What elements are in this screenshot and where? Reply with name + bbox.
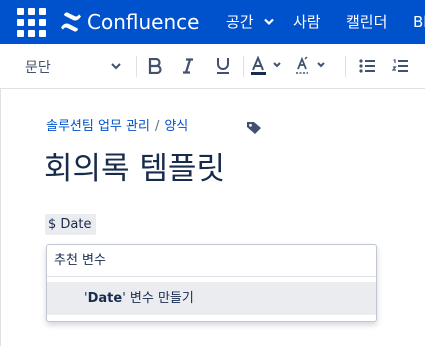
underline-icon (217, 58, 229, 74)
breadcrumb: 솔루션팀 업무 관리 / 양식 (46, 118, 188, 136)
text-color-button[interactable] (250, 44, 290, 88)
clear-format-button[interactable] (294, 44, 336, 88)
paragraph-style-value: 문단 (25, 60, 51, 76)
toolbar-divider (345, 56, 346, 77)
nav-calendar[interactable]: 캘린더 (346, 12, 387, 32)
option-suffix: 변수 만들기 (125, 291, 194, 306)
top-navigation-bar: Confluence 공간 사람 캘린더 Bl (0, 0, 425, 44)
numbered-list-button[interactable] (388, 44, 412, 88)
chevron-down-icon (111, 63, 121, 70)
breadcrumb-item-templates[interactable]: 양식 (164, 119, 188, 134)
italic-button[interactable] (176, 44, 200, 88)
app-switcher-icon[interactable] (17, 8, 46, 37)
toolbar-divider (243, 56, 244, 77)
suggestion-header: 추천 변수 (47, 245, 376, 277)
editor-toolbar: 문단 (0, 44, 425, 89)
label-tag-icon[interactable] (246, 121, 262, 135)
bullet-list-icon (359, 59, 375, 73)
option-variable-name: Date (87, 291, 123, 306)
toolbar-divider (136, 56, 137, 77)
clear-format-icon (296, 56, 325, 74)
confluence-brand-name[interactable]: Confluence (87, 9, 199, 35)
page-title[interactable]: 회의록 템플릿 (44, 148, 225, 190)
variable-token[interactable]: $ Date (45, 214, 97, 235)
paragraph-style-select[interactable]: 문단 (15, 51, 135, 81)
create-variable-option[interactable]: 'Date' 변수 만들기 (47, 282, 376, 315)
nav-spaces[interactable]: 공간 (226, 12, 254, 32)
underline-button[interactable] (210, 44, 236, 88)
breadcrumb-item-space[interactable]: 솔루션팀 업무 관리 (46, 119, 150, 134)
italic-icon (183, 58, 193, 74)
nav-people[interactable]: 사람 (293, 12, 321, 32)
confluence-logo-icon[interactable] (60, 12, 82, 32)
nav-blog[interactable]: Bl (413, 12, 425, 32)
breadcrumb-separator: / (154, 119, 160, 134)
numbered-list-icon (392, 59, 408, 72)
bold-button[interactable] (143, 44, 167, 88)
text-color-icon (251, 56, 281, 75)
bold-icon (148, 58, 162, 74)
chevron-down-icon[interactable] (264, 18, 274, 26)
bullet-list-button[interactable] (355, 44, 379, 88)
variable-suggestion-dropdown: 추천 변수 'Date' 변수 만들기 (46, 244, 377, 322)
editor-left-border (0, 89, 1, 346)
